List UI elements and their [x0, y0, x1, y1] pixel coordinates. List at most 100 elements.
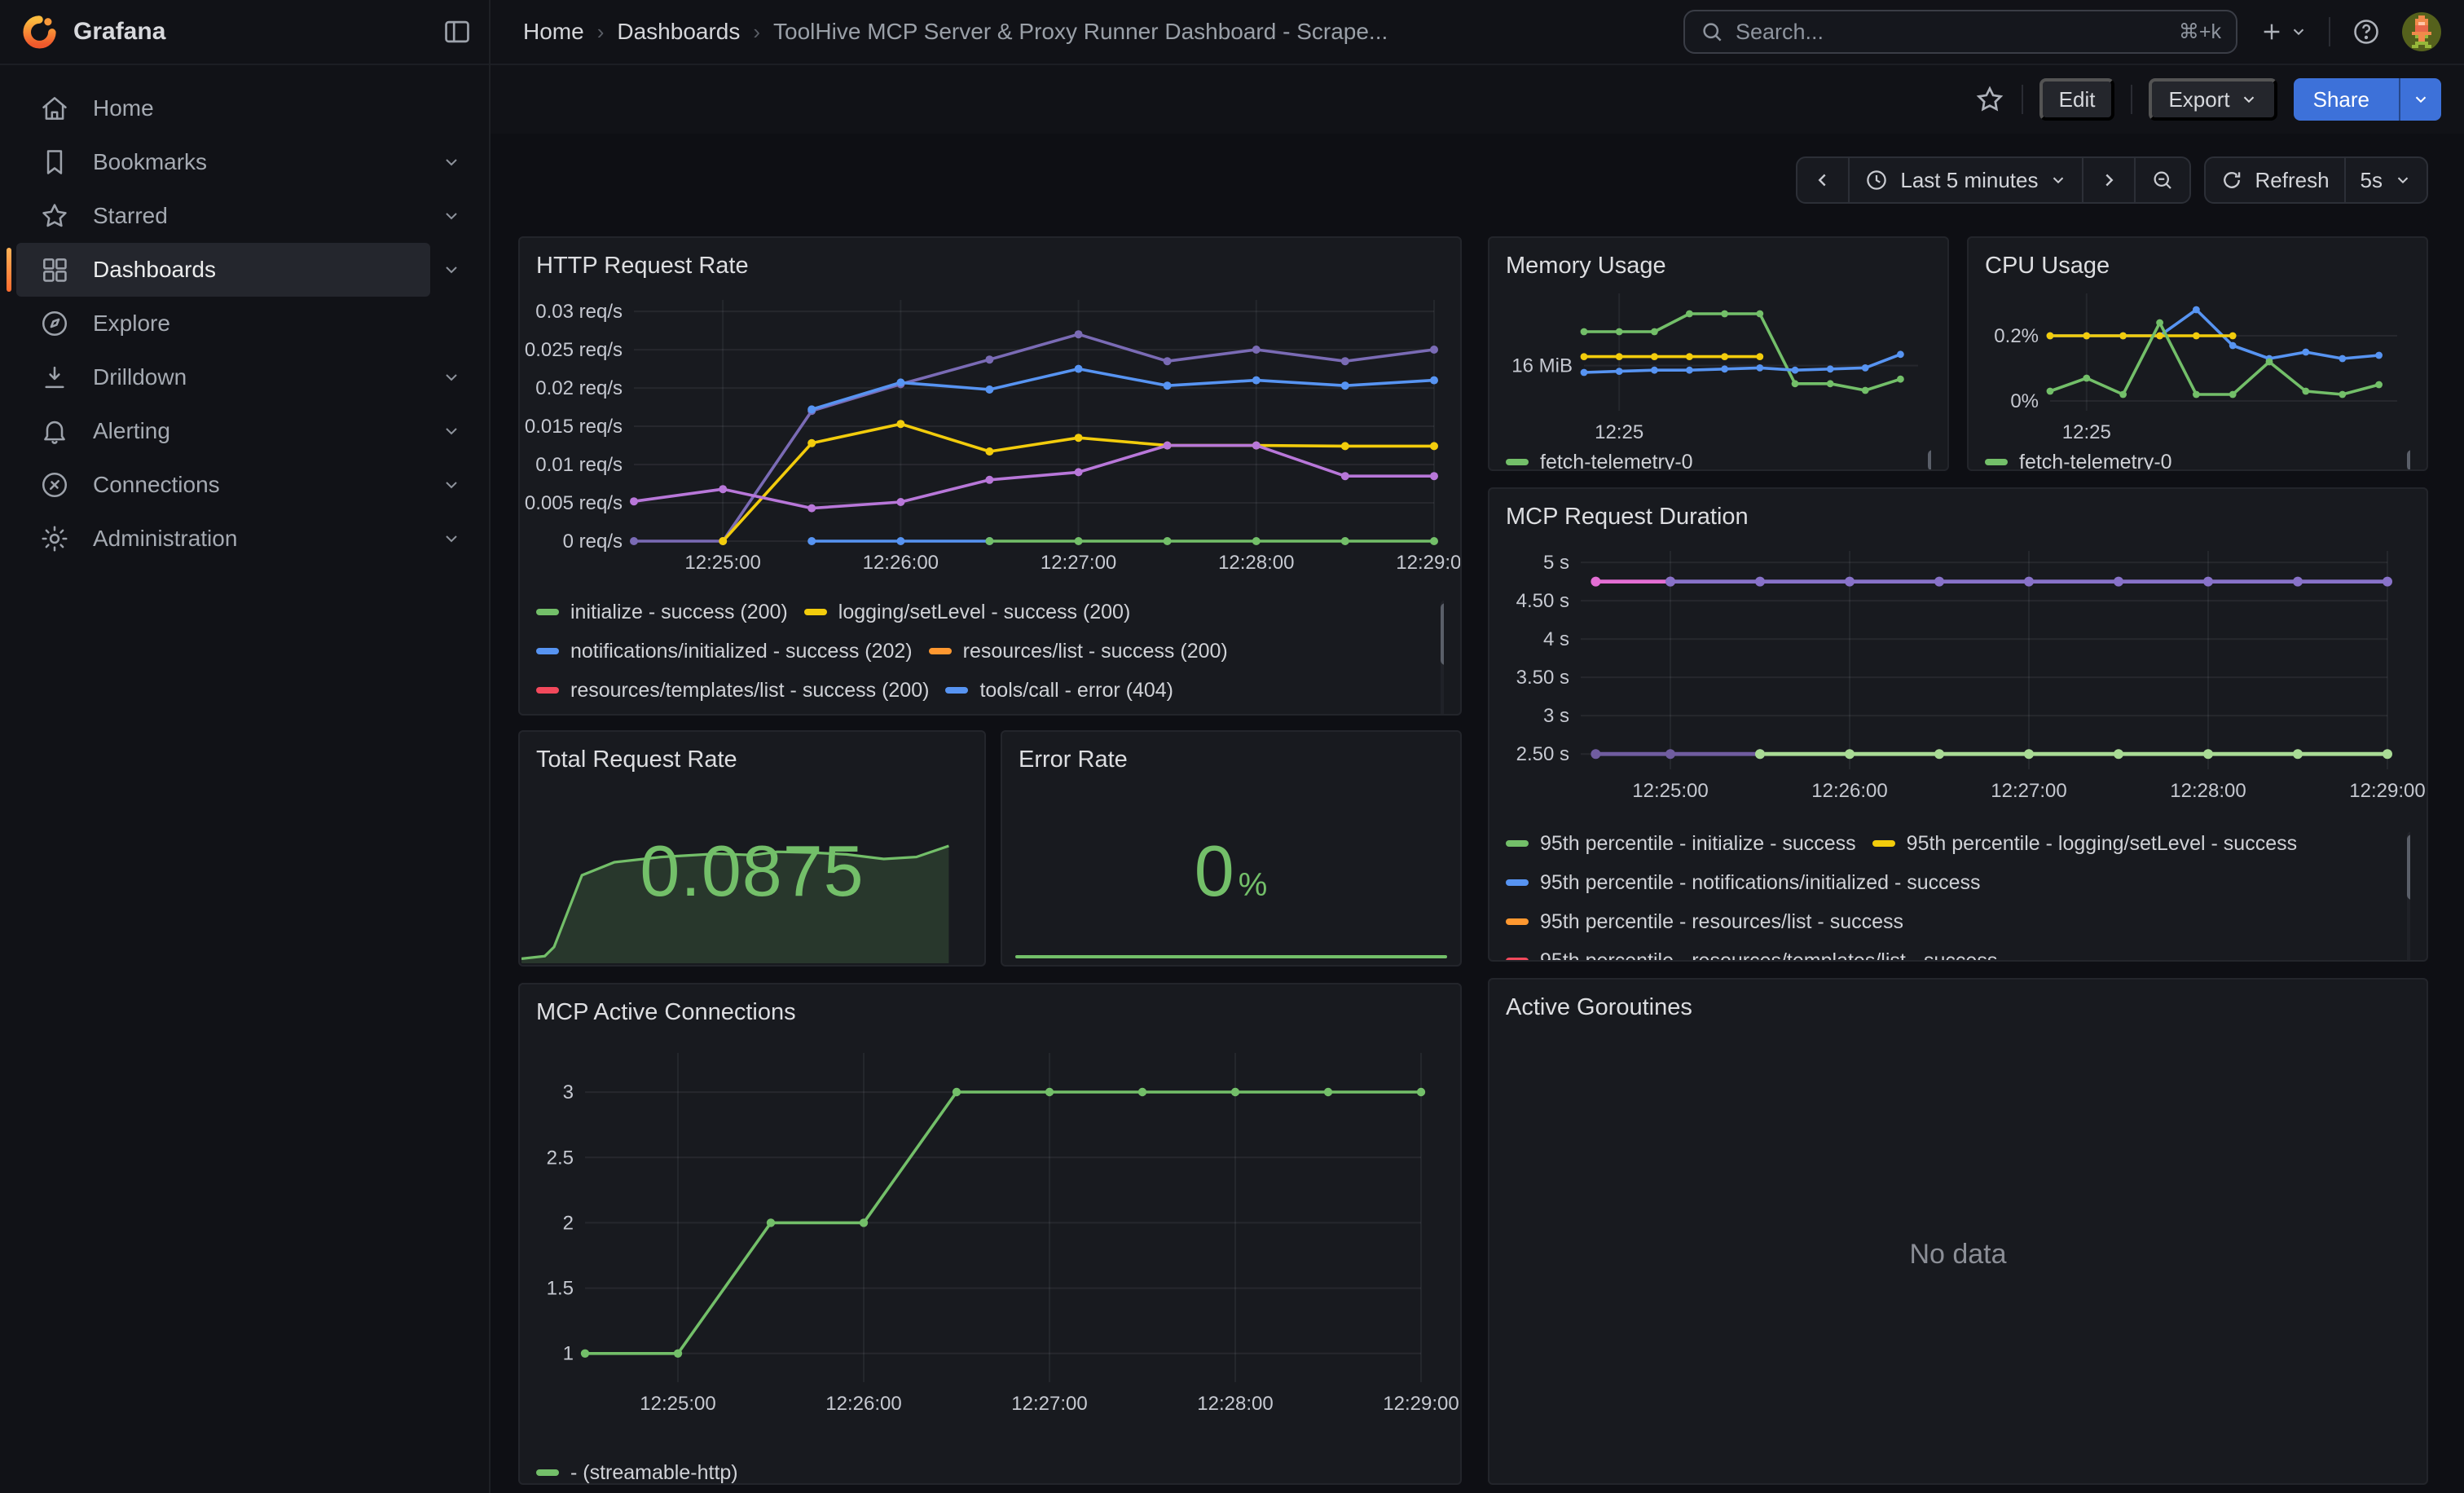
panel-http-request-rate: HTTP Request Rate 12:25:0012:26:0012:27:…	[518, 236, 1462, 716]
chevron-down-icon[interactable]	[430, 152, 473, 172]
top-navbar: Home › Dashboards › ToolHive MCP Server …	[491, 0, 2464, 65]
legend-swatch	[536, 609, 559, 615]
grafana-logo-icon[interactable]	[20, 13, 57, 51]
legend-item[interactable]: notifications/initialized - success (202…	[536, 639, 913, 663]
panel-title: Memory Usage	[1506, 248, 1931, 284]
http-request-rate-chart: 12:25:0012:26:0012:27:0012:28:0012:29:00…	[536, 284, 1444, 584]
svg-text:12:28:00: 12:28:00	[1218, 552, 1294, 574]
star-icon	[39, 200, 70, 231]
legend-item[interactable]: fetch-telemetry-0	[1506, 450, 1693, 471]
search-box[interactable]: ⌘+k	[1683, 10, 2237, 54]
mcp-request-duration-chart: 12:25:0012:26:0012:27:0012:28:0012:29:00…	[1506, 535, 2410, 812]
legend-item[interactable]: 95th percentile - resources/list - succe…	[1506, 909, 1903, 934]
sidebar-item-bookmarks[interactable]: Bookmarks	[16, 135, 473, 189]
time-range-picker[interactable]: Last 5 minutes	[1848, 158, 2082, 202]
sidebar-item-label: Bookmarks	[93, 149, 207, 175]
compass-icon	[39, 308, 70, 339]
legend-label: 95th percentile - logging/setLevel - suc…	[1907, 832, 2297, 856]
svg-text:12:26:00: 12:26:00	[863, 552, 939, 574]
legend-item[interactable]: fetch-telemetry-0	[1985, 450, 2172, 471]
legend-item[interactable]: tools/call - error (404)	[945, 678, 1173, 702]
sidebar-item-administration[interactable]: Administration	[16, 512, 473, 566]
legend-item[interactable]: logging/setLevel - success (200)	[804, 600, 1131, 624]
zoom-out-button[interactable]	[2134, 158, 2189, 202]
legend-item[interactable]: resources/templates/list - success (200)	[536, 678, 929, 702]
time-shift-back-button[interactable]	[1797, 158, 1848, 202]
svg-text:2.50 s: 2.50 s	[1516, 743, 1569, 765]
panel-active-goroutines: Active Goroutines No data	[1488, 978, 2428, 1485]
legend-item[interactable]: 95th percentile - notifications/initiali…	[1506, 870, 1981, 895]
legend-item[interactable]: 95th percentile - resources/templates/li…	[1506, 949, 1997, 962]
chevron-down-icon[interactable]	[430, 368, 473, 387]
chevron-down-icon[interactable]	[430, 421, 473, 441]
chevron-down-icon[interactable]	[430, 475, 473, 495]
svg-text:12:27:00: 12:27:00	[1041, 552, 1116, 574]
legend-swatch	[1506, 459, 1529, 465]
legend-label: fetch-telemetry-0	[1540, 451, 1693, 472]
chevron-down-icon[interactable]	[430, 206, 473, 226]
main-area: Edit Export Share	[491, 65, 2464, 1493]
sidebar-item-label: Home	[93, 95, 154, 121]
legend-item[interactable]: 95th percentile - logging/setLevel - suc…	[1872, 831, 2297, 856]
sidebar-item-label: Dashboards	[93, 257, 216, 283]
sidebar-item-connections[interactable]: Connections	[16, 458, 473, 512]
error-rate-value: 0	[1195, 830, 1235, 913]
refresh-button[interactable]: Refresh	[2206, 158, 2343, 202]
legend-label: 95th percentile - resources/templates/li…	[1540, 949, 1997, 962]
svg-text:0.03 req/s: 0.03 req/s	[535, 301, 623, 323]
breadcrumb-home[interactable]: Home	[523, 19, 584, 45]
search-shortcut: ⌘+k	[2179, 20, 2221, 44]
legend-scrollbar[interactable]	[2407, 450, 2410, 471]
time-shift-forward-button[interactable]	[2082, 158, 2134, 202]
legend-swatch	[804, 609, 827, 615]
legend-item[interactable]: resources/list - success (200)	[929, 639, 1228, 663]
sidebar-item-starred[interactable]: Starred	[16, 189, 473, 243]
breadcrumb-dashboards[interactable]: Dashboards	[617, 19, 740, 45]
legend-scrollbar[interactable]	[1441, 600, 1444, 716]
search-icon	[1700, 20, 1724, 44]
search-input[interactable]	[1736, 20, 2167, 45]
help-button[interactable]	[2347, 12, 2386, 51]
add-new-button[interactable]	[2254, 14, 2312, 50]
bookmark-icon	[39, 147, 70, 178]
legend-item[interactable]: initialize - success (200)	[536, 600, 788, 624]
brand-row: Grafana	[0, 0, 489, 65]
share-button[interactable]: Share	[2294, 78, 2389, 121]
share-menu-button[interactable]	[2399, 78, 2441, 121]
legend-swatch	[929, 648, 952, 654]
chart-svg: 12:25:0012:26:0012:27:0012:28:0012:29:00…	[536, 284, 1447, 584]
legend-item[interactable]: 95th percentile - initialize - success	[1506, 831, 1856, 856]
chevron-down-icon	[2240, 90, 2258, 108]
sidebar-nav: Home Bookmarks Starred Dashboards Explore Dri…	[0, 65, 489, 1493]
svg-text:4 s: 4 s	[1543, 628, 1569, 650]
cpu-legend: fetch-telemetry-0	[1985, 450, 2410, 471]
sidebar-item-home[interactable]: Home	[16, 81, 473, 135]
user-avatar[interactable]	[2402, 12, 2441, 51]
svg-text:1: 1	[563, 1343, 574, 1365]
sidebar-item-alerting[interactable]: Alerting	[16, 404, 473, 458]
svg-text:2: 2	[563, 1212, 574, 1234]
chart-svg: 12:2516 MiB	[1506, 284, 1931, 440]
breadcrumb-separator: ›	[597, 20, 605, 45]
svg-text:12:25: 12:25	[2062, 421, 2111, 443]
chevron-down-icon[interactable]	[430, 529, 473, 548]
refresh-group: Refresh 5s	[2204, 156, 2428, 204]
chevron-down-icon[interactable]	[430, 260, 473, 280]
sidebar-item-label: Administration	[93, 526, 237, 552]
sidebar-collapse-icon[interactable]	[442, 16, 473, 47]
sidebar-item-explore[interactable]: Explore	[16, 297, 473, 350]
legend-item[interactable]: - (streamable-http)	[536, 1460, 738, 1485]
favorite-star-icon[interactable]	[1974, 84, 2005, 115]
plug-icon	[39, 469, 70, 500]
legend-scrollbar[interactable]	[2407, 831, 2410, 962]
export-button[interactable]: Export	[2149, 78, 2277, 121]
sidebar-item-drilldown[interactable]: Drilldown	[16, 350, 473, 404]
legend-label: 95th percentile - resources/list - succe…	[1540, 910, 1903, 934]
sidebar-item-label: Drilldown	[93, 364, 187, 390]
legend-scrollbar[interactable]	[1928, 450, 1931, 471]
sidebar-item-label: Connections	[93, 472, 220, 498]
edit-button[interactable]: Edit	[2039, 78, 2115, 121]
refresh-interval-picker[interactable]: 5s	[2344, 158, 2427, 202]
svg-text:0.01 req/s: 0.01 req/s	[535, 454, 623, 476]
sidebar-item-dashboards[interactable]: Dashboards	[16, 243, 473, 297]
